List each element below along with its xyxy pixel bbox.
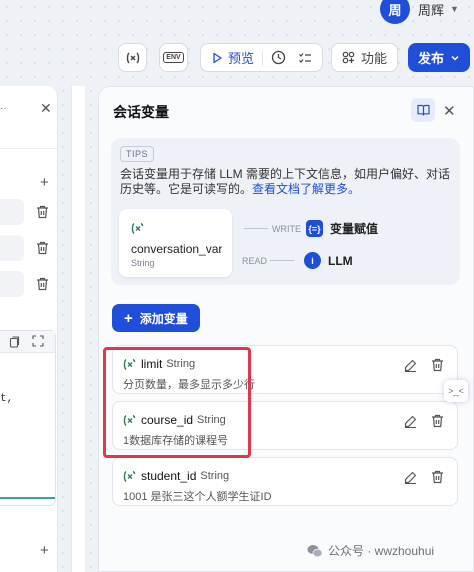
history-button[interactable] — [265, 44, 292, 71]
trash-icon[interactable] — [36, 241, 49, 255]
env-variables-button[interactable]: ENV — [159, 43, 188, 72]
watermark-text: 公众号 · wwzhouhui — [328, 544, 435, 558]
assigner-icon: {=} — [306, 220, 323, 237]
variable-icon — [126, 52, 139, 63]
read-flow: READ i LLM — [242, 252, 353, 269]
variable-icon — [123, 358, 136, 371]
checklist-button[interactable] — [292, 44, 318, 71]
preview-button[interactable]: 预览 — [205, 44, 260, 71]
add-icon[interactable]: + — [40, 174, 49, 191]
variable-type: String — [197, 414, 226, 426]
arrow-left-icon — [244, 228, 268, 229]
plus-icon: + — [124, 309, 133, 327]
docs-link[interactable]: 查看文档了解更多。 — [252, 182, 360, 196]
variable-item[interactable]: student_id String 1001 是张三这个人额学生证ID — [112, 457, 458, 506]
code-editor[interactable]: t, — [0, 330, 56, 506]
chevron-down-icon: ▼ — [450, 4, 459, 14]
edit-icon[interactable] — [404, 359, 417, 372]
example-variable-card: conversation_var String — [119, 209, 232, 277]
input-field[interactable] — [0, 235, 24, 261]
toolbar: ENV 预览 功能 发布 — [118, 43, 471, 72]
more-icon[interactable]: ·· — [0, 103, 7, 114]
variable-type: String — [200, 470, 230, 482]
tips-text: 会话变量用于存储 LLM 需要的上下文信息，如用户偏好、对话历史等。它是可读写的… — [120, 167, 451, 196]
variable-icon — [123, 470, 136, 483]
user-name: 周辉 — [418, 2, 445, 18]
close-icon[interactable]: ✕ — [40, 100, 52, 117]
flow-direction: READ — [242, 255, 268, 266]
tips-box: TIPS 会话变量用于存储 LLM 需要的上下文信息，如用户偏好、对话历史等。它… — [111, 138, 460, 285]
watermark: 公众号 · wwzhouhui — [307, 542, 434, 559]
add-variable-button[interactable]: + 添加变量 — [112, 304, 200, 332]
edit-icon[interactable] — [404, 415, 417, 428]
llm-icon: i — [304, 252, 321, 269]
example-variable-name: conversation_var — [131, 242, 223, 256]
env-icon: ENV — [163, 52, 184, 63]
flow-direction: WRITE — [272, 223, 301, 234]
variable-item[interactable]: limit String 分页数量，最多显示多少行 — [112, 345, 458, 394]
variable-type: String — [166, 358, 196, 370]
write-flow: WRITE {=} 变量赋值 — [242, 220, 378, 237]
node-config-panel: ·· ✕ + t, + — [0, 86, 58, 572]
add-icon[interactable]: + — [40, 542, 49, 559]
apps-icon — [342, 51, 355, 64]
wechat-icon — [307, 544, 323, 557]
avatar[interactable]: 周 — [380, 0, 410, 24]
edit-icon[interactable] — [404, 471, 417, 484]
flow-target: 变量赋值 — [330, 222, 379, 236]
variable-name: student_id — [141, 469, 197, 483]
conversation-variables-button[interactable] — [118, 43, 147, 72]
scroll-indicator — [0, 497, 55, 499]
example-variable-type: String — [131, 258, 155, 268]
copy-icon[interactable] — [9, 336, 20, 348]
panel-title: 会话变量 — [113, 104, 169, 120]
variable-icon — [131, 222, 144, 235]
user-menu[interactable]: 周 周辉 ▼ — [380, 0, 459, 24]
trash-icon[interactable] — [431, 414, 444, 428]
trash-icon[interactable] — [431, 470, 444, 484]
panel-divider — [71, 86, 85, 572]
variable-description: 1数据库存储的课程号 — [123, 435, 229, 447]
variable-description: 分页数量，最多显示多少行 — [123, 379, 255, 391]
variable-item[interactable]: course_id String 1数据库存储的课程号 — [112, 401, 458, 450]
chevron-down-icon — [451, 55, 459, 61]
floating-assistant-tab[interactable]: >_< — [444, 380, 468, 402]
publish-button[interactable]: 发布 — [408, 43, 471, 72]
history-icon — [271, 50, 286, 65]
docs-button[interactable] — [411, 98, 435, 122]
run-group: 预览 — [200, 43, 324, 72]
variable-icon — [123, 414, 136, 427]
tips-tag: TIPS — [120, 146, 155, 162]
expand-icon[interactable] — [32, 335, 44, 347]
trash-icon[interactable] — [431, 358, 444, 372]
variable-name: course_id — [141, 413, 194, 427]
variable-name: limit — [141, 357, 163, 371]
input-field[interactable] — [0, 271, 24, 297]
code-fragment: t, — [0, 393, 14, 405]
trash-icon[interactable] — [36, 205, 49, 219]
play-icon — [213, 52, 222, 63]
book-icon — [416, 104, 430, 116]
flow-target: LLM — [328, 253, 353, 268]
features-button[interactable]: 功能 — [331, 43, 399, 72]
conversation-variables-panel: 会话变量 ✕ TIPS 会话变量用于存储 LLM 需要的上下文信息，如用户偏好、… — [98, 86, 474, 572]
close-icon[interactable]: ✕ — [443, 102, 456, 120]
input-field[interactable] — [0, 199, 24, 225]
arrow-right-icon — [270, 260, 294, 261]
variable-description: 1001 是张三这个人额学生证ID — [123, 491, 272, 503]
checklist-icon — [299, 52, 312, 63]
divider — [0, 148, 58, 149]
trash-icon[interactable] — [36, 277, 49, 291]
